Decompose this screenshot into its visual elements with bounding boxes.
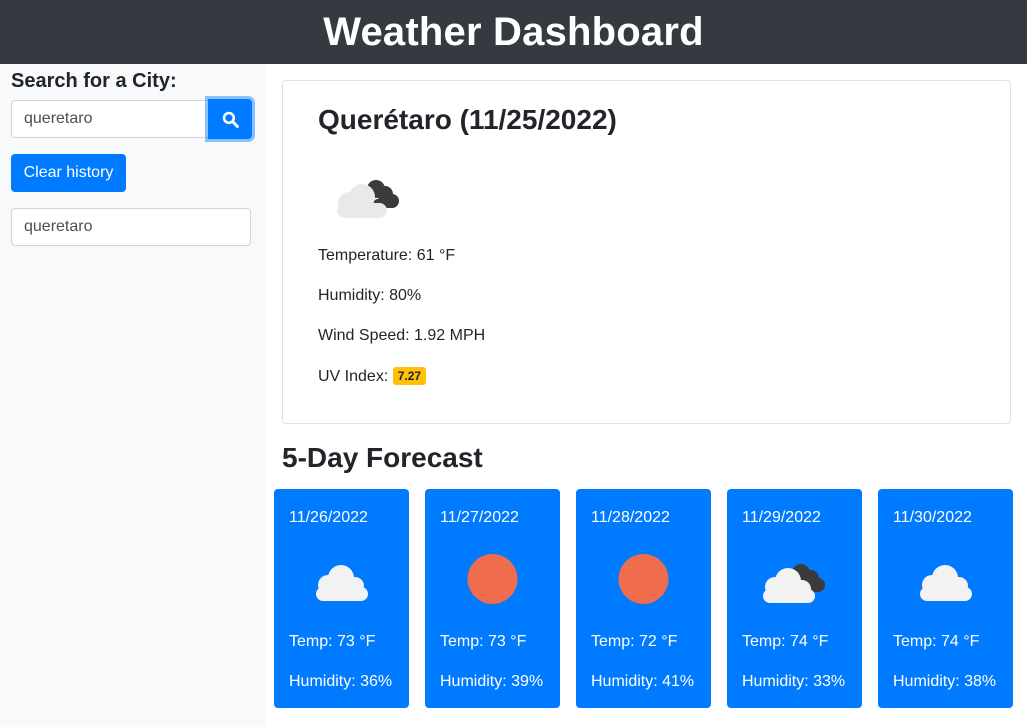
- forecast-humidity: Humidity: 38%: [893, 673, 997, 690]
- forecast-date: 11/26/2022: [289, 509, 368, 526]
- forecast-humidity: Humidity: 39%: [440, 673, 544, 690]
- forecast-card: 11/26/2022 Temp: 73 °F Humidity: 36%: [274, 489, 409, 708]
- search-group: [11, 99, 252, 140]
- search-button[interactable]: [208, 99, 252, 139]
- current-city-title: Querétaro (11/25/2022): [318, 104, 617, 135]
- forecast-temp: Temp: 74 °F: [893, 633, 980, 650]
- forecast-date: 11/29/2022: [742, 509, 821, 526]
- history-item-queretaro[interactable]: queretaro: [11, 208, 251, 246]
- current-uv-row: UV Index: 7.27: [318, 367, 427, 386]
- cloudy-icon: [337, 180, 399, 218]
- uv-index-label: UV Index:: [318, 368, 393, 385]
- forecast-card: 11/30/2022 Temp: 74 °F Humidity: 38%: [878, 489, 1013, 708]
- forecast-humidity: Humidity: 33%: [742, 673, 846, 690]
- search-icon: [222, 111, 239, 128]
- forecast-temp: Temp: 73 °F: [289, 633, 376, 650]
- forecast-date: 11/28/2022: [591, 509, 670, 526]
- current-weather-card: Querétaro (11/25/2022) Temperature: 61 °…: [282, 80, 1011, 424]
- uv-index-badge: 7.27: [392, 367, 427, 385]
- forecast-humidity: Humidity: 41%: [591, 673, 695, 690]
- current-humidity: Humidity: 80%: [318, 287, 422, 304]
- forecast-title: 5-Day Forecast: [282, 442, 483, 473]
- broken-clouds-icon: [763, 564, 825, 603]
- search-label: Search for a City:: [11, 70, 177, 92]
- forecast-temp: Temp: 73 °F: [440, 633, 527, 650]
- forecast-temp: Temp: 72 °F: [591, 633, 678, 650]
- forecast-humidity: Humidity: 36%: [289, 673, 393, 690]
- sidebar: Search for a City: Clear history quereta…: [0, 64, 266, 727]
- clear-history-button[interactable]: Clear history: [11, 154, 126, 192]
- forecast-temp: Temp: 74 °F: [742, 633, 829, 650]
- cloud-icon: [316, 565, 368, 601]
- sun-icon: [467, 554, 518, 604]
- app-header: Weather Dashboard: [0, 0, 1027, 64]
- city-search-input[interactable]: [11, 100, 208, 138]
- forecast-date: 11/30/2022: [893, 509, 972, 526]
- current-temperature: Temperature: 61 °F: [318, 247, 456, 264]
- forecast-date: 11/27/2022: [440, 509, 519, 526]
- sun-icon: [618, 554, 669, 604]
- forecast-card: 11/27/2022 Temp: 73 °F Humidity: 39%: [425, 489, 560, 708]
- forecast-card: 11/28/2022 Temp: 72 °F Humidity: 41%: [576, 489, 711, 708]
- forecast-card: 11/29/2022 Temp: 74 °F Humidity: 33%: [727, 489, 862, 708]
- current-wind-speed: Wind Speed: 1.92 MPH: [318, 327, 486, 344]
- cloud-icon: [920, 565, 972, 601]
- page-title: Weather Dashboard: [323, 9, 704, 54]
